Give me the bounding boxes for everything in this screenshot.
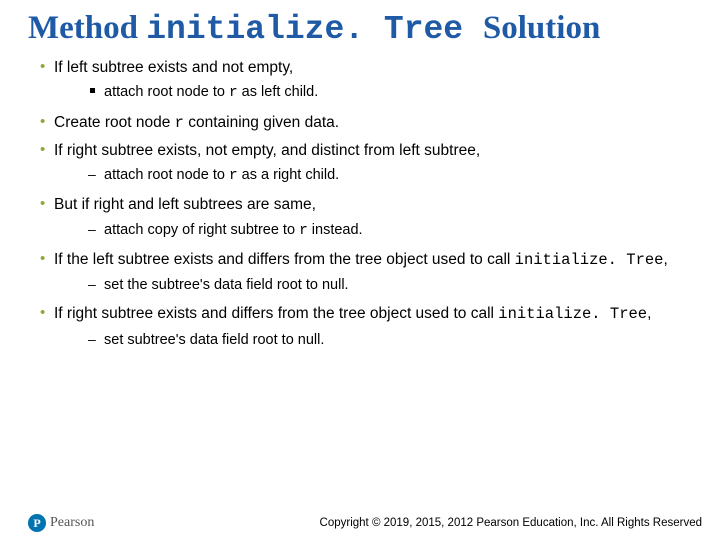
bullet-item: If left subtree exists and not empty,att… (40, 58, 692, 103)
code-inline: r (299, 223, 308, 239)
code-inline: r (229, 85, 238, 101)
bullet-item: Create root node r containing given data… (40, 113, 692, 133)
sub-bullet-item: attach copy of right subtree to r instea… (90, 221, 692, 240)
bullet-list: If left subtree exists and not empty,att… (28, 58, 692, 349)
sub-bullet-list: attach root node to r as left child. (54, 83, 692, 102)
copyright-text: Copyright © 2019, 2015, 2012 Pearson Edu… (320, 517, 702, 529)
bullet-item: If right subtree exists, not empty, and … (40, 141, 692, 186)
pearson-p: P (33, 517, 40, 529)
sub-bullet-list: attach copy of right subtree to r instea… (54, 221, 692, 240)
slide-title: Method initialize. Tree Solution (28, 10, 692, 48)
sub-bullet-item: set subtree's data field root to null. (90, 331, 692, 349)
sub-bullet-item: attach root node to r as left child. (90, 83, 692, 102)
slide: Method initialize. Tree Solution If left… (0, 0, 720, 540)
pearson-logo-icon: P (28, 514, 46, 532)
code-inline: initialize. Tree (498, 305, 647, 323)
sub-bullet-list: set subtree's data field root to null. (54, 331, 692, 349)
pearson-logo-text: Pearson (50, 515, 94, 531)
code-inline: r (229, 168, 238, 184)
bullet-item: If the left subtree exists and differs f… (40, 250, 692, 295)
bullet-item: But if right and left subtrees are same,… (40, 195, 692, 240)
title-pre: Method (28, 10, 146, 46)
pearson-logo: P Pearson (28, 514, 94, 532)
sub-bullet-item: attach root node to r as a right child. (90, 166, 692, 185)
footer: P Pearson Copyright © 2019, 2015, 2012 P… (0, 514, 702, 532)
code-inline: initialize. Tree (515, 251, 664, 269)
sub-bullet-list: attach root node to r as a right child. (54, 166, 692, 185)
sub-bullet-list: set the subtree's data field root to nul… (54, 276, 692, 294)
title-post: Solution (483, 10, 600, 46)
code-inline: r (175, 114, 184, 132)
title-mono: initialize. Tree (146, 11, 483, 48)
sub-bullet-item: set the subtree's data field root to nul… (90, 276, 692, 294)
bullet-item: If right subtree exists and differs from… (40, 304, 692, 349)
